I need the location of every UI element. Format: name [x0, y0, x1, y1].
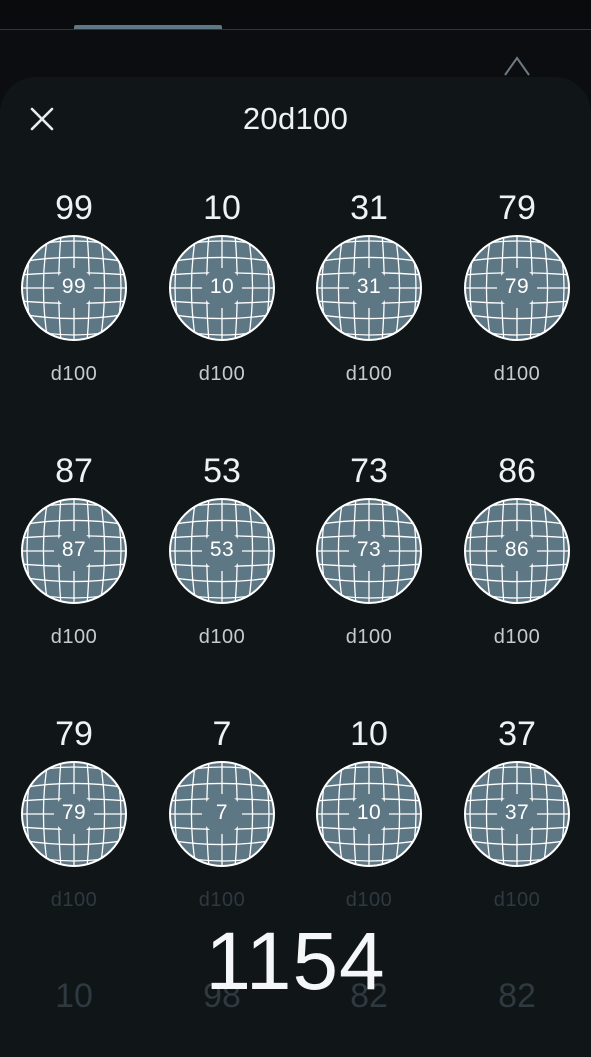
die-cell: 79 79 d100	[0, 715, 148, 945]
die-result: 79	[498, 189, 536, 227]
die-face-value: 10	[209, 275, 235, 298]
die-type-label: d100	[198, 363, 246, 385]
active-tab-indicator	[74, 25, 222, 29]
die-result: 79	[55, 715, 93, 753]
chevron-up-icon	[502, 55, 532, 77]
die-cell: 86 86 d100	[443, 452, 591, 682]
roll-formula-title: 20d100	[242, 101, 349, 136]
die-face-value: 79	[61, 801, 87, 824]
roll-result-sheet: 20d100 99 99 d100 10 10 d100 31 31 d100 79 79 d100 8…	[0, 77, 591, 1057]
die-result: 53	[203, 452, 241, 490]
die-type-label: d100	[345, 889, 393, 911]
die-cell: 53 53 d100	[148, 452, 296, 682]
die-face-value: 31	[356, 275, 382, 298]
die-face-value: 7	[215, 801, 229, 824]
die-face-value: 79	[504, 275, 530, 298]
die-face-value: 87	[61, 538, 87, 561]
die-type-label: d100	[50, 626, 98, 648]
die-cell: 37 37 d100	[443, 715, 591, 945]
die-face-value: 99	[61, 275, 87, 298]
die-result: 10	[203, 189, 241, 227]
die-cell: 73 73 d100	[295, 452, 443, 682]
die-result: 87	[55, 452, 93, 490]
die-type-label: d100	[493, 626, 541, 648]
die-type-label: d100	[345, 626, 393, 648]
die-result: 37	[498, 715, 536, 753]
die-type-label: d100	[198, 626, 246, 648]
roll-total: 1154	[205, 916, 386, 1007]
die-cell: 10 10 d100	[148, 189, 296, 419]
die-cell: 99 99 d100	[0, 189, 148, 419]
die-result: 99	[55, 189, 93, 227]
die-cell: 10 10 d100	[295, 715, 443, 945]
die-result: 73	[350, 452, 388, 490]
die-face-value: 37	[504, 801, 530, 824]
die-cell: 87 87 d100	[0, 452, 148, 682]
die-type-label: d100	[493, 889, 541, 911]
die-result: 7	[212, 715, 232, 753]
die-type-label: d100	[493, 363, 541, 385]
die-type-label: d100	[198, 889, 246, 911]
die-result: 31	[350, 189, 388, 227]
die-cell: 79 79 d100	[443, 189, 591, 419]
die-face-value: 73	[356, 538, 382, 561]
die-cell: 31 31 d100	[295, 189, 443, 419]
die-type-label: d100	[345, 363, 393, 385]
die-face-value: 10	[356, 801, 382, 824]
die-face-value: 86	[504, 538, 530, 561]
die-type-label: d100	[50, 889, 98, 911]
die-result: 86	[498, 452, 536, 490]
die-cell: 7 7 d100	[148, 715, 296, 945]
die-face-value: 53	[209, 538, 235, 561]
die-result: 10	[350, 715, 388, 753]
die-type-label: d100	[50, 363, 98, 385]
